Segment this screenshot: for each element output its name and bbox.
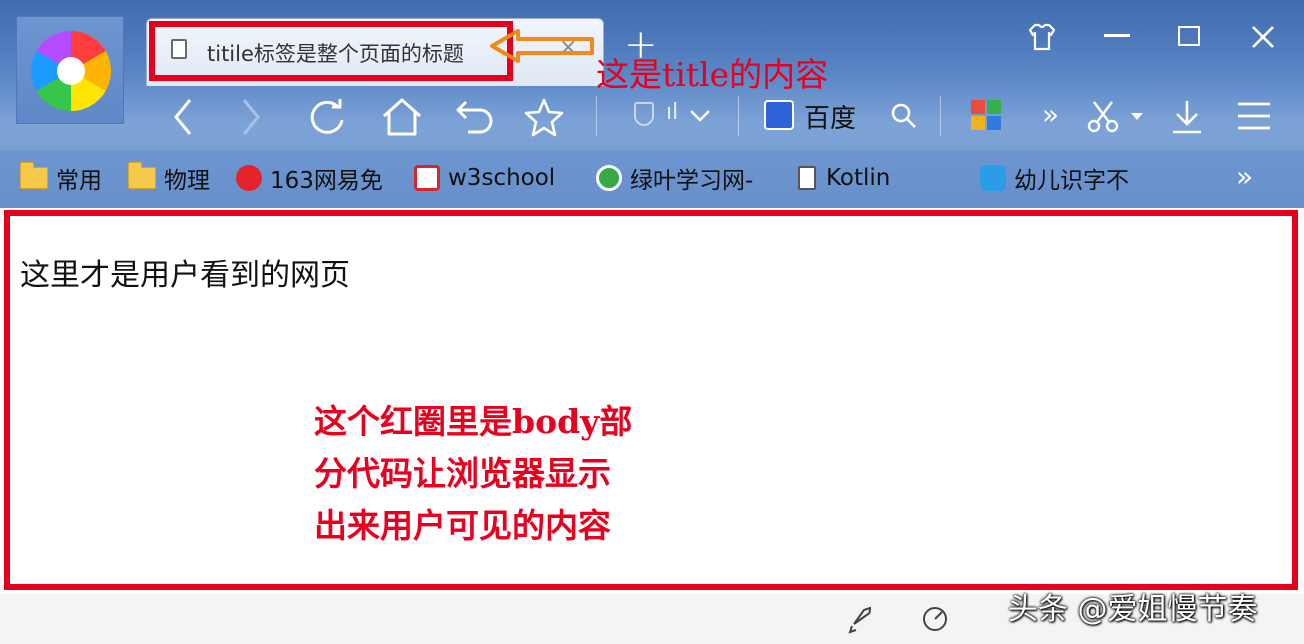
undo-icon[interactable] [454,96,496,138]
title-annotation: 这是title的内容 [596,55,829,94]
screenshot-scissors-icon[interactable] [1086,98,1120,134]
bookmark-label: w3school [448,165,556,191]
body-annotation-line: 这个红圈里是body部 [314,402,633,441]
search-icon[interactable] [890,102,918,130]
bookmark-label: 物理 [164,168,210,194]
forward-icon[interactable] [236,96,266,138]
page-icon [798,166,816,190]
toolbar-separator [738,96,739,136]
body-annotation-line: 出来用户可见的内容 [314,506,611,545]
minimize-button[interactable] [1104,34,1130,37]
body-annotation-line: 分代码让浏览器显示 [314,454,611,493]
download-icon[interactable] [1170,98,1204,136]
toolbar-separator [940,96,941,136]
bookmark-item[interactable]: w3school [414,162,555,194]
page-content-text: 这里才是用户看到的网页 [20,258,350,293]
home-icon[interactable] [380,96,424,138]
w3school-icon [414,165,440,191]
close-window-button[interactable] [1250,24,1276,50]
toolbar-more-button[interactable]: » [1042,98,1059,131]
refresh-icon[interactable] [306,96,348,138]
watermark: 头条 @爱姐慢节奏 [1008,592,1258,627]
search-engine-label[interactable]: 百度 [804,98,856,135]
bookmarks-more-button[interactable]: » [1236,160,1253,193]
folder-icon [128,162,156,189]
lvye-icon [596,165,622,191]
bookmark-item[interactable]: 常用 [20,162,102,194]
bookmark-label: 幼儿识字不 [1014,168,1129,194]
chevron-down-icon[interactable] [1130,112,1144,122]
browser-logo-button[interactable] [16,16,124,124]
bookmark-label: 绿叶学习网- [630,168,754,194]
star-icon[interactable] [522,96,566,138]
browser-logo-icon [31,31,111,111]
signal-indicator: ıl [666,100,679,125]
shield-icon[interactable] [634,102,654,126]
bookmark-item[interactable]: 幼儿识字不 [980,162,1129,194]
maximize-button[interactable] [1178,26,1200,46]
bookmark-item[interactable]: 163网易免 [236,162,383,194]
netease-icon [236,165,262,191]
page-body-area: 这里才是用户看到的网页 这个红圈里是body部 分代码让浏览器显示 出来用户可见… [4,210,1298,590]
bookmark-label: Kotlin [826,165,891,191]
menu-icon[interactable] [1236,100,1272,132]
bookmark-item[interactable]: 绿叶学习网- [596,162,753,194]
title-highlight-box [149,21,513,81]
extensions-icon[interactable] [970,99,1002,131]
chevron-down-icon[interactable] [688,108,712,124]
rocket-icon[interactable] [844,604,874,634]
toolbar-separator [596,96,597,136]
bookmark-item[interactable]: 物理 [128,162,210,194]
bookmark-item[interactable]: Kotlin [798,162,890,194]
speed-icon[interactable] [920,604,950,634]
baidu-paw-icon[interactable] [764,100,794,130]
bilibili-icon [980,165,1006,191]
body-annotation: 这个红圈里是body部 分代码让浏览器显示 出来用户可见的内容 [314,396,714,552]
bookmark-label: 163网易免 [270,168,383,194]
bookmark-label: 常用 [56,168,102,194]
back-icon[interactable] [168,96,198,138]
skin-icon[interactable] [1026,22,1058,52]
annotation-arrow-icon [490,29,594,63]
folder-icon [20,162,48,189]
